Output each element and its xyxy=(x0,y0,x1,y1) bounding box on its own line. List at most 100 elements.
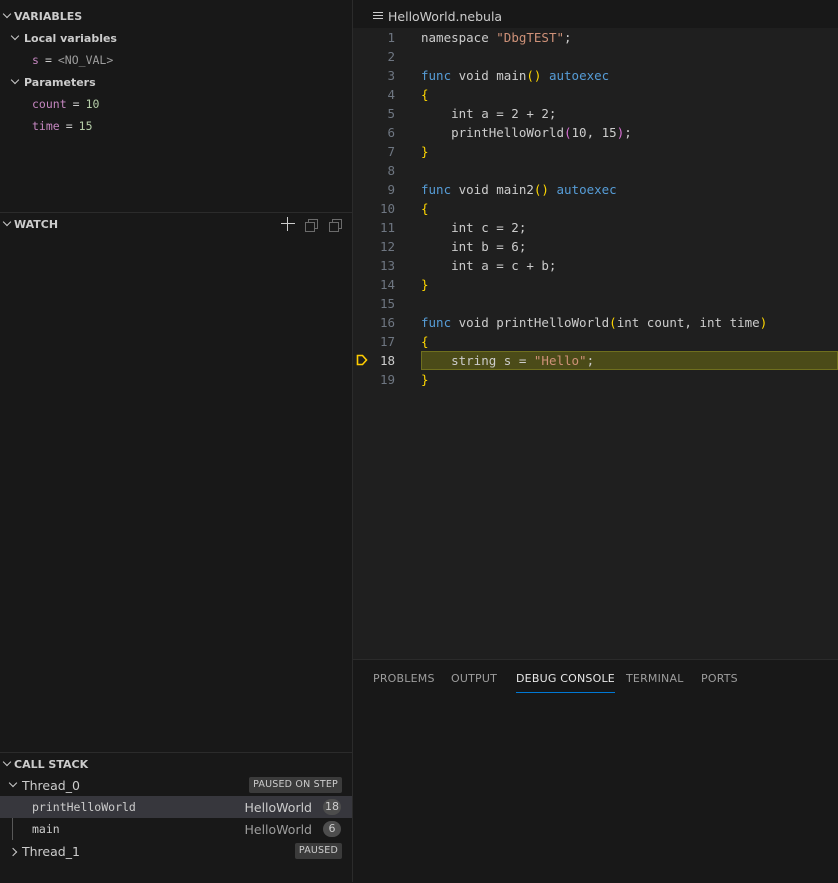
tab-terminal[interactable]: TERMINAL xyxy=(626,672,684,692)
line-number: 3 xyxy=(387,68,395,83)
code-text: { xyxy=(421,201,429,216)
frame-line-badge: 18 xyxy=(323,799,341,815)
watch-actions xyxy=(280,213,344,235)
code-line: 19} xyxy=(353,370,838,389)
frame-file-name: HelloWorld xyxy=(244,799,312,815)
chevron-right-icon xyxy=(6,845,20,858)
line-number: 10 xyxy=(379,201,395,216)
frame-line-badge: 6 xyxy=(323,821,341,837)
code-line: 5 int a = 2 + 2; xyxy=(353,104,838,123)
scope-local-variables[interactable]: Local variables xyxy=(0,27,352,49)
chevron-down-icon xyxy=(0,10,14,23)
stack-frame-row[interactable]: main HelloWorld 6 xyxy=(0,818,352,840)
code-text: printHelloWorld(10, 15); xyxy=(421,125,632,140)
code-line: 16 func void printHelloWorld(int count, i… xyxy=(353,313,838,332)
thread-label: Thread_1 xyxy=(22,843,80,859)
variable-name: count xyxy=(32,97,67,111)
line-number: 13 xyxy=(379,258,395,273)
thread-state-badge: PAUSED ON STEP xyxy=(249,777,342,793)
code-line: 11 int c = 2; xyxy=(353,218,838,237)
code-line: 14} xyxy=(353,275,838,294)
variable-row-count[interactable]: count = 10 xyxy=(32,93,99,115)
thread-row-0[interactable]: Thread_0 PAUSED ON STEP xyxy=(0,774,352,796)
variable-name: s xyxy=(32,53,39,67)
scope-parameters[interactable]: Parameters xyxy=(0,71,352,93)
code-line: 12 int b = 6; xyxy=(353,237,838,256)
code-line: 6 printHelloWorld(10, 15); xyxy=(353,123,838,142)
chevron-down-icon xyxy=(8,76,22,89)
watch-title: WATCH xyxy=(14,217,59,231)
tab-problems[interactable]: PROBLEMS xyxy=(373,672,435,692)
thread-label: Thread_0 xyxy=(22,777,80,793)
chevron-down-icon xyxy=(8,32,22,45)
line-number: 17 xyxy=(379,334,395,349)
line-number: 11 xyxy=(379,220,395,235)
code-line: 8 xyxy=(353,161,838,180)
code-line: 10 { xyxy=(353,199,838,218)
line-number: 2 xyxy=(387,49,395,64)
line-number: 19 xyxy=(379,372,395,387)
frame-file-name: HelloWorld xyxy=(244,821,312,837)
tab-output[interactable]: OUTPUT xyxy=(451,672,497,692)
line-number: 6 xyxy=(387,125,395,140)
code-text: string s = "Hello"; xyxy=(421,353,595,368)
line-number: 14 xyxy=(379,277,395,292)
line-number: 15 xyxy=(379,296,395,311)
bottom-panel: PROBLEMS OUTPUT DEBUG CONSOLE TERMINAL P… xyxy=(353,659,838,883)
code-text: } xyxy=(421,277,429,292)
thread-row-1[interactable]: Thread_1 PAUSED xyxy=(0,840,352,862)
code-text: { xyxy=(421,334,429,349)
code-text: int a = 2 + 2; xyxy=(421,106,557,121)
code-text: func void main2() autoexec xyxy=(421,182,617,197)
code-text: } xyxy=(421,144,429,159)
code-line: 4{ xyxy=(353,85,838,104)
code-line: 13 int a = c + b; xyxy=(353,256,838,275)
frame-function-name: main xyxy=(32,822,60,836)
variable-name: time xyxy=(32,119,60,133)
line-number: 9 xyxy=(387,182,395,197)
code-text: } xyxy=(421,372,429,387)
code-line: 2 xyxy=(353,47,838,66)
tab-debug-console[interactable]: DEBUG CONSOLE xyxy=(516,672,615,693)
editor-breadcrumb-bar: HelloWorld.nebula xyxy=(353,0,838,28)
add-expression-icon[interactable] xyxy=(280,216,296,232)
code-line: 3 func void main() autoexec xyxy=(353,66,838,85)
watch-section-header[interactable]: WATCH xyxy=(0,213,352,235)
code-line: 7} xyxy=(353,142,838,161)
variables-section-header[interactable]: VARIABLES xyxy=(0,5,352,27)
code-line: 1 namespace "DbgTEST"; xyxy=(353,28,838,47)
variables-title: VARIABLES xyxy=(14,9,83,23)
line-number: 7 xyxy=(387,144,395,159)
variable-value: 15 xyxy=(78,119,93,133)
editor-tab[interactable]: HelloWorld.nebula xyxy=(373,5,502,27)
line-number: 18 xyxy=(379,353,395,368)
code-text: int c = 2; xyxy=(421,220,527,235)
call-stack-section-header[interactable]: CALL STACK xyxy=(0,753,352,775)
code-line: 15 xyxy=(353,294,838,313)
variable-row-s[interactable]: s = <NO_VAL> xyxy=(32,49,113,71)
line-number: 16 xyxy=(379,315,395,330)
chevron-down-icon xyxy=(0,218,14,231)
frame-function-name: printHelloWorld xyxy=(32,800,136,814)
scope-label: Parameters xyxy=(24,75,96,89)
code-text: int a = c + b; xyxy=(421,258,557,273)
tab-ports[interactable]: PORTS xyxy=(701,672,738,692)
refresh-icon[interactable] xyxy=(304,216,320,232)
debug-sidebar: VARIABLES Local variables s = <NO_VAL> P… xyxy=(0,0,353,882)
chevron-down-icon xyxy=(6,779,20,792)
line-number: 8 xyxy=(387,163,395,178)
variable-value: 10 xyxy=(85,97,100,111)
code-text: func void printHelloWorld(int count, int… xyxy=(421,315,768,330)
code-text: namespace "DbgTEST"; xyxy=(421,30,572,45)
line-number: 4 xyxy=(387,87,395,102)
stack-frame-row[interactable]: printHelloWorld HelloWorld 18 xyxy=(0,796,352,818)
scope-label: Local variables xyxy=(24,31,117,45)
line-number: 1 xyxy=(387,30,395,45)
file-lines-icon xyxy=(373,11,383,21)
code-editor[interactable]: 1 namespace "DbgTEST"; 2 3 func void main(… xyxy=(353,28,838,659)
code-text: func void main() autoexec xyxy=(421,68,610,83)
collapse-all-icon[interactable] xyxy=(328,216,344,232)
variable-row-time[interactable]: time = 15 xyxy=(32,115,93,137)
current-execution-line: 18 string s = "Hello"; xyxy=(353,351,838,370)
chevron-down-icon xyxy=(0,758,14,771)
